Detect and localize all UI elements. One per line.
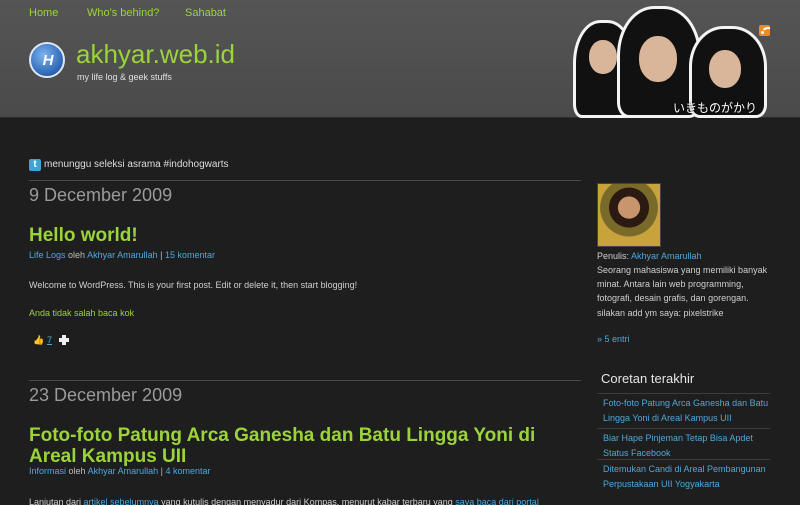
author-bio: Seorang mahasiswa yang memiliki banyak m… (597, 265, 768, 318)
post-body: Lanjutan dari artikel sebelumnya yang ku… (29, 497, 539, 505)
post-body: Welcome to WordPress. This is your first… (29, 280, 358, 290)
recent-post-link[interactable]: Biar Hape Pinjeman Tetap Bisa Apdet Stat… (597, 428, 770, 461)
post-title-link[interactable]: Hello world! (29, 225, 138, 246)
post-date: 9 December 2009 (29, 185, 173, 205)
author-avatar (597, 183, 661, 247)
meta-separator: | (160, 466, 163, 476)
post-date: 23 December 2009 (29, 385, 183, 405)
author-entries-link[interactable]: » 5 entri (597, 334, 630, 344)
post-title-link[interactable]: Foto-foto Patung Arca Ganesha dan Batu L… (29, 425, 581, 467)
twitter-icon[interactable]: t (29, 159, 41, 171)
post-meta: Informasi oleh Akhyar Amarullah | 4 kome… (29, 466, 211, 476)
author-name-link[interactable]: Akhyar Amarullah (631, 251, 702, 261)
post-author-link[interactable]: Akhyar Amarullah (88, 466, 159, 476)
share-plus-icon[interactable] (59, 335, 69, 345)
site-title[interactable]: akhyar.web.id (76, 39, 235, 70)
site-header: Home Who's behind? Sahabat H akhyar.web.… (0, 0, 800, 118)
recent-posts-title: Coretan terakhir (601, 371, 695, 386)
post-by-text: oleh (68, 466, 86, 476)
recent-post-link[interactable]: Ditemukan Candi di Areal Pembangunan Per… (597, 459, 770, 492)
post-comments-link[interactable]: 15 komentar (165, 250, 215, 260)
band-caption: いきものがかり (673, 101, 758, 115)
post-comments-link[interactable]: 4 komentar (165, 466, 210, 476)
post-divider (29, 180, 581, 181)
post-category-link[interactable]: Life Logs (29, 250, 66, 260)
post-extra-link[interactable]: Anda tidak salah baca kok (29, 308, 134, 318)
like-thumb-icon[interactable]: 👍 (33, 336, 44, 346)
recent-post-link[interactable]: Foto-foto Patung Arca Ganesha dan Batu L… (597, 393, 770, 426)
site-tagline: my life log & geek stuffs (77, 72, 172, 82)
meta-separator: | (160, 250, 163, 260)
nav-home-link[interactable]: Home (29, 7, 58, 19)
post-category-link[interactable]: Informasi (29, 466, 66, 476)
nav-sahabat-link[interactable]: Sahabat (185, 7, 226, 19)
site-logo-icon[interactable]: H (29, 42, 65, 78)
post-author-link[interactable]: Akhyar Amarullah (87, 250, 158, 260)
share-count-link[interactable]: 7 (47, 335, 52, 345)
post-body-link[interactable]: artikel sebelumnya (84, 497, 159, 505)
post-by-text: oleh (68, 250, 86, 260)
author-prefix: Penulis: (597, 251, 632, 261)
logo-mark: H (42, 51, 54, 69)
rss-icon[interactable] (759, 25, 770, 36)
twitter-status-text: menunggu seleksi asrama #indohogwarts (44, 159, 229, 170)
post-body-text: yang kutulis dengan menyadur dari Kompas… (158, 497, 456, 505)
nav-whos-behind-link[interactable]: Who's behind? (87, 7, 159, 19)
post-divider (29, 380, 581, 381)
post-body-link[interactable]: saya baca dari portal (455, 497, 539, 505)
post-body-text: Lanjutan dari (29, 497, 84, 505)
author-line: Penulis: Akhyar Amarullah (597, 250, 772, 263)
post-meta: Life Logs oleh Akhyar Amarullah | 15 kom… (29, 250, 215, 260)
